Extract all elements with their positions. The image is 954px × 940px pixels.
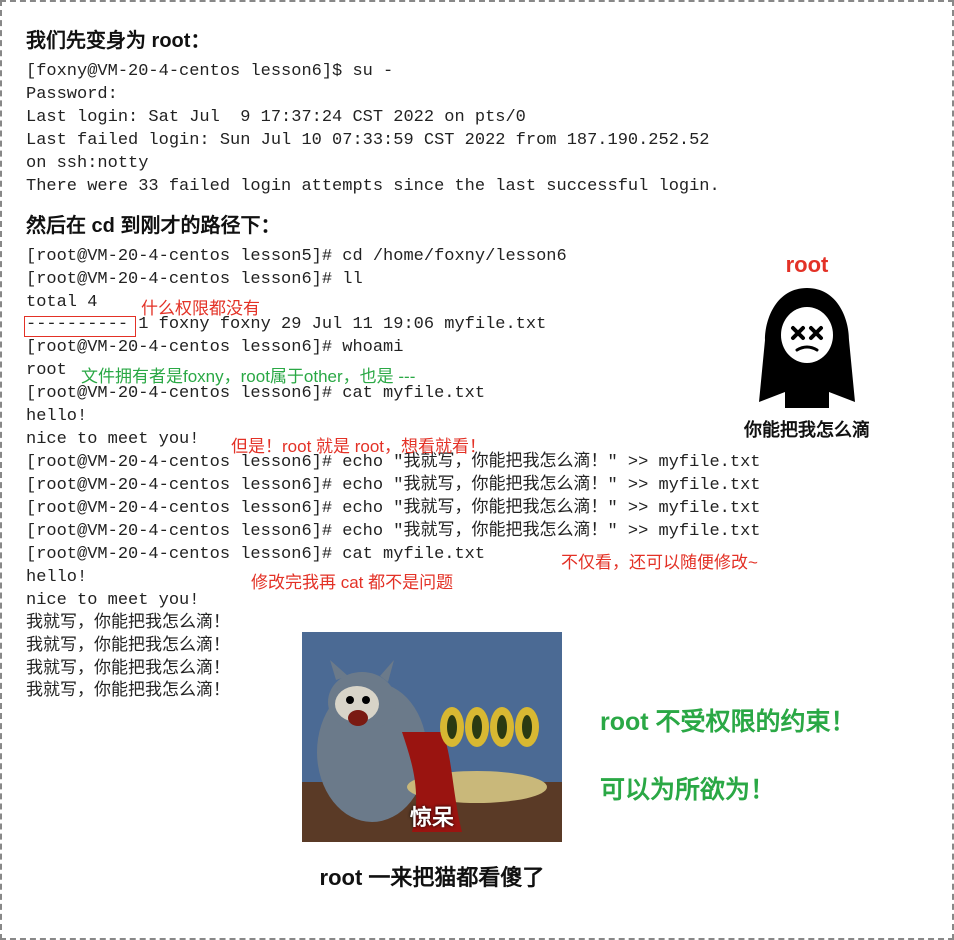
side-line-1: root 不受权限的约束！ <box>600 697 910 747</box>
heading-cd-path: 然后在 cd 到刚才的路径下： <box>26 209 928 238</box>
annot-not-only-read: 不仅看，还可以随便修改~ <box>561 548 758 573</box>
reaper-figure: root 你能把我怎么滴 <box>712 252 902 442</box>
annot-owner-other: 文件拥有者是foxny，root属于other，也是 --- <box>81 362 415 387</box>
annot-no-permission: 什么权限都没有 <box>141 294 260 319</box>
tom-caption: root 一来把猫都看傻了 <box>292 860 572 892</box>
tom-image: 惊呆 <box>302 632 562 842</box>
annot-after-modify: 修改完我再 cat 都不是问题 <box>251 568 453 593</box>
reaper-label: root <box>712 252 902 278</box>
terminal-block-1: [foxny@VM-20-4-centos lesson6]$ su - Pas… <box>26 61 928 199</box>
document-page: 我们先变身为 root： [foxny@VM-20-4-centos lesso… <box>0 0 954 940</box>
tom-overlay-text: 惊呆 <box>410 800 454 832</box>
tom-figure: 惊呆 root 一来把猫都看傻了 <box>292 632 572 892</box>
term2-cat-2: [root@VM-20-4-centos lesson6]# cat myfil… <box>26 544 928 567</box>
side-line-2: 可以为所欲为！ <box>600 765 910 815</box>
reaper-icon <box>737 280 877 410</box>
term2-echo-4: [root@VM-20-4-centos lesson6]# echo "我就写… <box>26 521 928 544</box>
reaper-caption: 你能把我怎么滴 <box>712 416 902 442</box>
term2-echo-3: [root@VM-20-4-centos lesson6]# echo "我就写… <box>26 498 928 521</box>
side-conclusion: root 不受权限的约束！ 可以为所欲为！ <box>600 697 910 815</box>
highlight-box-perms <box>24 316 136 337</box>
heading-become-root: 我们先变身为 root： <box>26 24 928 53</box>
annot-but-root: 但是！root 就是 root，想看就看！ <box>231 432 486 457</box>
term2-echo-2: [root@VM-20-4-centos lesson6]# echo "我就写… <box>26 475 928 498</box>
